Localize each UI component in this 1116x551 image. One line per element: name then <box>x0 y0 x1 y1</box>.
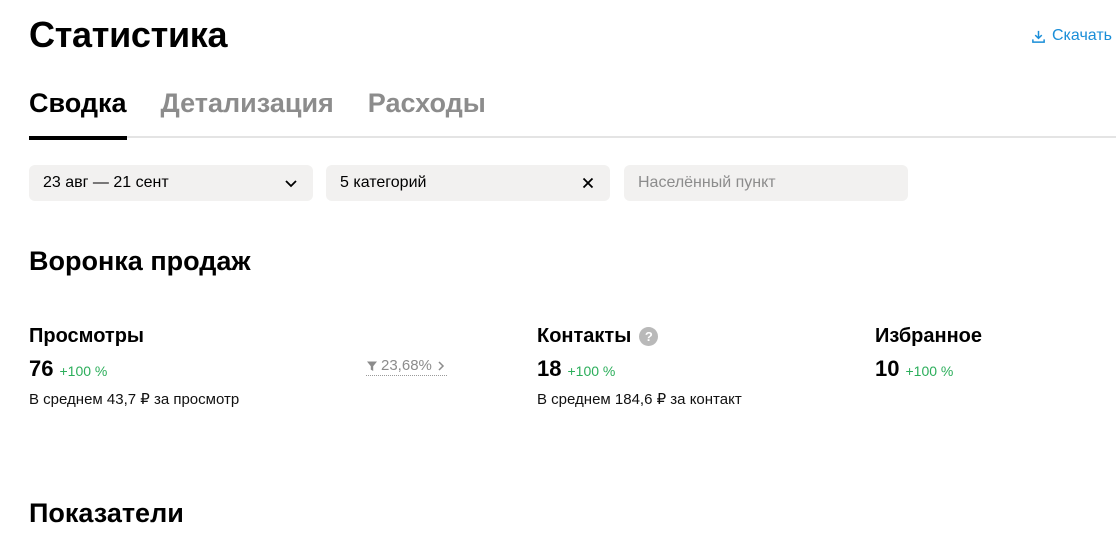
tab-summary[interactable]: Сводка <box>29 86 127 140</box>
conversion-rate-value: 23,68% <box>381 357 432 374</box>
metric-views-label: Просмотры <box>29 325 145 347</box>
metric-contacts-delta: +100 % <box>567 363 616 379</box>
chevron-down-icon <box>285 180 297 188</box>
conversion-rate-link[interactable]: 23,68% <box>366 357 447 376</box>
metric-contacts-value: 18 <box>537 356 562 381</box>
metric-views-avg: В среднем 43,7 ₽ за просмотр <box>29 391 240 408</box>
metric-contacts-avg: В среднем 184,6 ₽ за контакт <box>537 391 742 408</box>
city-input-placeholder: Населённый пункт <box>638 174 776 191</box>
metric-views: Просмотры 76 +100 % В среднем 43,7 ₽ за … <box>29 325 239 408</box>
metric-views-value: 76 <box>29 356 54 381</box>
metric-contacts-label: Контакты <box>537 325 632 347</box>
metric-contacts: Контакты ? 18 +100 % В среднем 184,6 ₽ з… <box>537 325 742 408</box>
metric-favorites-value: 10 <box>875 356 900 381</box>
page-title: Статистика <box>29 14 228 55</box>
category-filter[interactable]: 5 категорий <box>326 165 610 201</box>
download-label: Скачать <box>1052 27 1112 44</box>
city-input[interactable]: Населённый пункт <box>624 165 908 201</box>
date-range-value: 23 авг — 21 сент <box>43 174 169 191</box>
funnel-title: Воронка продаж <box>29 246 251 276</box>
tab-bar: Сводка Детализация Расходы <box>29 86 1116 140</box>
tab-expenses[interactable]: Расходы <box>368 86 486 138</box>
close-icon[interactable] <box>580 175 596 191</box>
metric-favorites-delta: +100 % <box>905 363 954 379</box>
funnel-icon <box>367 361 377 371</box>
download-icon <box>1032 30 1045 43</box>
tab-details[interactable]: Детализация <box>161 86 334 138</box>
category-filter-value: 5 категорий <box>340 174 427 191</box>
metric-favorites: Избранное 10 +100 % <box>875 325 982 382</box>
help-icon[interactable]: ? <box>639 327 659 346</box>
download-button[interactable]: Скачать <box>1031 27 1112 45</box>
metric-favorites-label: Избранное <box>875 325 983 347</box>
metrics-title: Показатели <box>29 498 184 528</box>
chevron-right-icon <box>438 360 444 371</box>
date-range-select[interactable]: 23 авг — 21 сент <box>29 165 313 201</box>
metric-views-delta: +100 % <box>59 363 108 379</box>
